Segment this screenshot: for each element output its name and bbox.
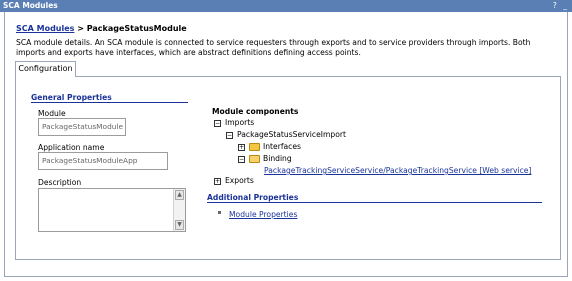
module-field[interactable]: PackageStatusModule [38, 118, 126, 136]
scroll-down-icon[interactable]: ▼ [175, 220, 184, 230]
collapse-icon[interactable]: − [238, 155, 245, 163]
tree-label-import: PackageStatusServiceImport [237, 130, 346, 139]
application-name-field[interactable]: PackageStatusModuleApp [38, 152, 168, 170]
breadcrumb-separator: > [77, 24, 84, 33]
module-label: Module [38, 109, 66, 118]
tree-label-interfaces: Interfaces [263, 142, 301, 151]
additional-properties-divider [207, 202, 542, 203]
window-title: SCA Modules [3, 1, 58, 10]
breadcrumb: SCA Modules > PackageStatusModule [16, 24, 187, 33]
description-textarea[interactable]: ▲ ▼ [38, 188, 186, 232]
scroll-up-icon[interactable]: ▲ [175, 190, 184, 200]
application-name-label: Application name [38, 143, 105, 152]
tree-label-binding: Binding [263, 154, 292, 163]
collapse-icon[interactable]: − [214, 119, 221, 127]
description-scrollbar[interactable]: ▲ ▼ [173, 189, 185, 231]
additional-properties-heading: Additional Properties [207, 193, 299, 202]
breadcrumb-current: PackageStatusModule [86, 24, 187, 33]
description-label: Description [38, 178, 82, 187]
tree-item-import[interactable]: − PackageStatusServiceImport [226, 130, 346, 139]
general-properties-divider [31, 102, 188, 103]
tree-label-exports: Exports [225, 176, 254, 185]
binding-web-service-link[interactable]: PackageTrackingServiceService/PackageTra… [264, 166, 531, 175]
folder-icon [249, 143, 260, 151]
tab-configuration[interactable]: Configuration [15, 61, 76, 77]
bullet-icon [218, 211, 221, 214]
expand-icon[interactable]: + [238, 143, 245, 151]
breadcrumb-link-sca-modules[interactable]: SCA Modules [16, 24, 74, 33]
general-properties-heading: General Properties [31, 93, 112, 102]
page-description: SCA module details. An SCA module is con… [16, 38, 531, 57]
collapse-icon[interactable]: − [226, 131, 233, 139]
window-titlebar: SCA Modules ? _ [0, 0, 572, 12]
tree-item-imports[interactable]: − Imports [214, 118, 254, 127]
folder-open-icon [249, 155, 260, 163]
tree-item-interfaces[interactable]: + Interfaces [238, 142, 301, 151]
module-components-heading: Module components [212, 107, 299, 116]
module-properties-link[interactable]: Module Properties [229, 210, 297, 219]
tree-item-exports[interactable]: + Exports [214, 176, 254, 185]
tree-item-binding[interactable]: − Binding [238, 154, 292, 163]
tree-label-imports: Imports [225, 118, 255, 127]
expand-icon[interactable]: + [214, 177, 221, 185]
window-controls[interactable]: ? _ [553, 1, 569, 10]
